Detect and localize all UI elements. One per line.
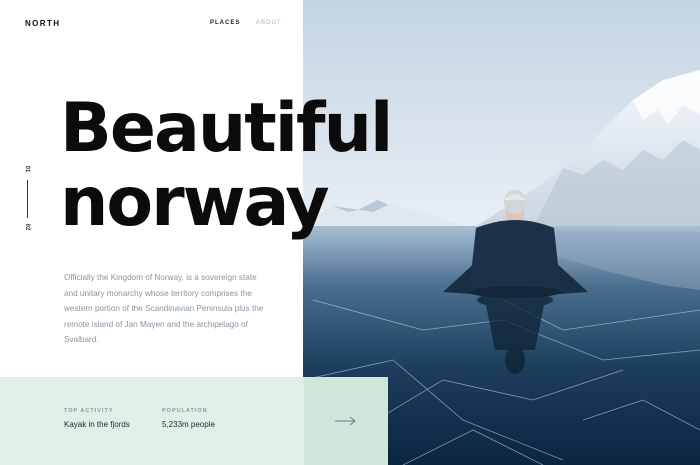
pager-total: 02 [24, 223, 30, 231]
intro-description: Officially the Kingdom of Norway, is a s… [64, 273, 264, 344]
slide-pager[interactable]: 01 02 [20, 166, 34, 234]
pager-divider [27, 180, 28, 218]
page-title-line-1: Beautiful [60, 89, 393, 168]
arrow-right-icon [335, 416, 356, 426]
brand-logo[interactable]: NORTH [25, 19, 60, 28]
nav-about-link[interactable]: ABOUT [256, 20, 282, 26]
stat-label: POPULATION [162, 408, 208, 414]
next-slide-button[interactable] [304, 377, 388, 465]
nav-places-link[interactable]: PLACES [210, 20, 240, 26]
page-title-line-2: norway [60, 163, 330, 242]
page-title: Beautiful norway [60, 89, 393, 242]
stat-top-activity: TOP ACTIVITY Kayak in the fjords [64, 408, 130, 429]
stat-value: Kayak in the fjords [64, 420, 130, 429]
stat-value: 5,233m people [162, 420, 215, 429]
stat-label: TOP ACTIVITY [64, 408, 114, 414]
stat-population: POPULATION 5,233m people [162, 408, 215, 429]
pager-current: 01 [24, 165, 30, 173]
